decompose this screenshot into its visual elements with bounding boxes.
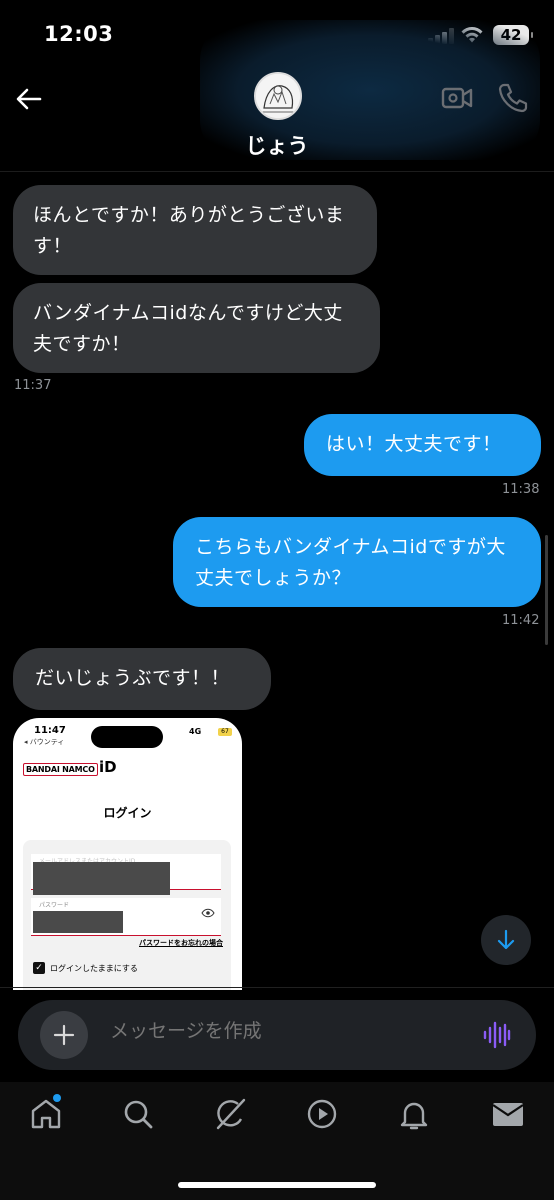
checkbox-icon: ✓ [33,962,45,974]
scrollbar[interactable] [545,535,548,645]
composer-divider [0,987,554,988]
message-input[interactable] [110,1020,450,1042]
video-call-icon[interactable] [441,84,473,112]
message-bubble-incoming[interactable]: だいじょうぶです！！ [13,648,271,710]
add-attachment-button[interactable] [40,1011,88,1059]
attachment-network: 4G [189,727,202,736]
bandai-namco-logo: BANDAI NAMCO [23,763,98,776]
notification-dot [53,1094,61,1102]
attachment-back-label: ◂ バウンティ [24,738,65,746]
redaction-block [33,862,170,895]
voice-message-icon[interactable] [482,1020,512,1050]
back-arrow-icon[interactable] [14,84,44,114]
contact-name[interactable]: じょう [0,130,554,160]
plus-icon [53,1024,75,1046]
avatar[interactable] [254,72,302,120]
redaction-block [33,911,123,933]
message-bubble-outgoing[interactable]: はい！大丈夫です！ [304,414,541,476]
attachment-status-time: 11:47 [34,725,66,736]
password-field-label: パスワード [39,902,70,909]
attachment-login-title: ログイン [103,806,152,820]
message-timestamp: 11:37 [14,378,52,393]
arrow-down-icon [497,929,515,950]
video-play-icon[interactable] [304,1096,340,1132]
phone-call-icon[interactable] [497,82,529,114]
avatar-illustration [256,74,300,118]
home-indicator [178,1182,376,1188]
scroll-to-bottom-button[interactable] [481,915,531,965]
bottom-tab-bar [0,1082,554,1200]
grok-icon[interactable] [212,1096,248,1132]
search-icon[interactable] [120,1096,156,1132]
message-composer [18,1000,536,1070]
status-time: 12:03 [44,22,114,46]
forgot-password-link: パスワードをお忘れの場合 [139,939,223,947]
mail-icon[interactable] [490,1096,526,1132]
attachment-battery: 67 [218,728,232,736]
dynamic-island [91,726,163,748]
header-divider [0,171,554,172]
id-logo: iD [99,758,117,776]
bell-icon[interactable] [396,1096,432,1132]
eye-icon [201,908,215,918]
message-bubble-incoming[interactable]: バンダイナムコidなんですけど大丈夫ですか！ [13,283,380,373]
message-timestamp: 11:42 [502,613,540,628]
remember-login-label: ログインしたままにする [50,964,138,973]
message-bubble-incoming[interactable]: ほんとですか！ありがとうございます！ [13,185,377,275]
image-attachment[interactable]: 11:47 ◂ バウンティ 4G 67 BANDAI NAMCO iD ログイン… [13,718,242,990]
message-timestamp: 11:38 [502,482,540,497]
message-bubble-outgoing[interactable]: こちらもバンダイナムコidですが大丈夫でしょうか？ [173,517,541,607]
